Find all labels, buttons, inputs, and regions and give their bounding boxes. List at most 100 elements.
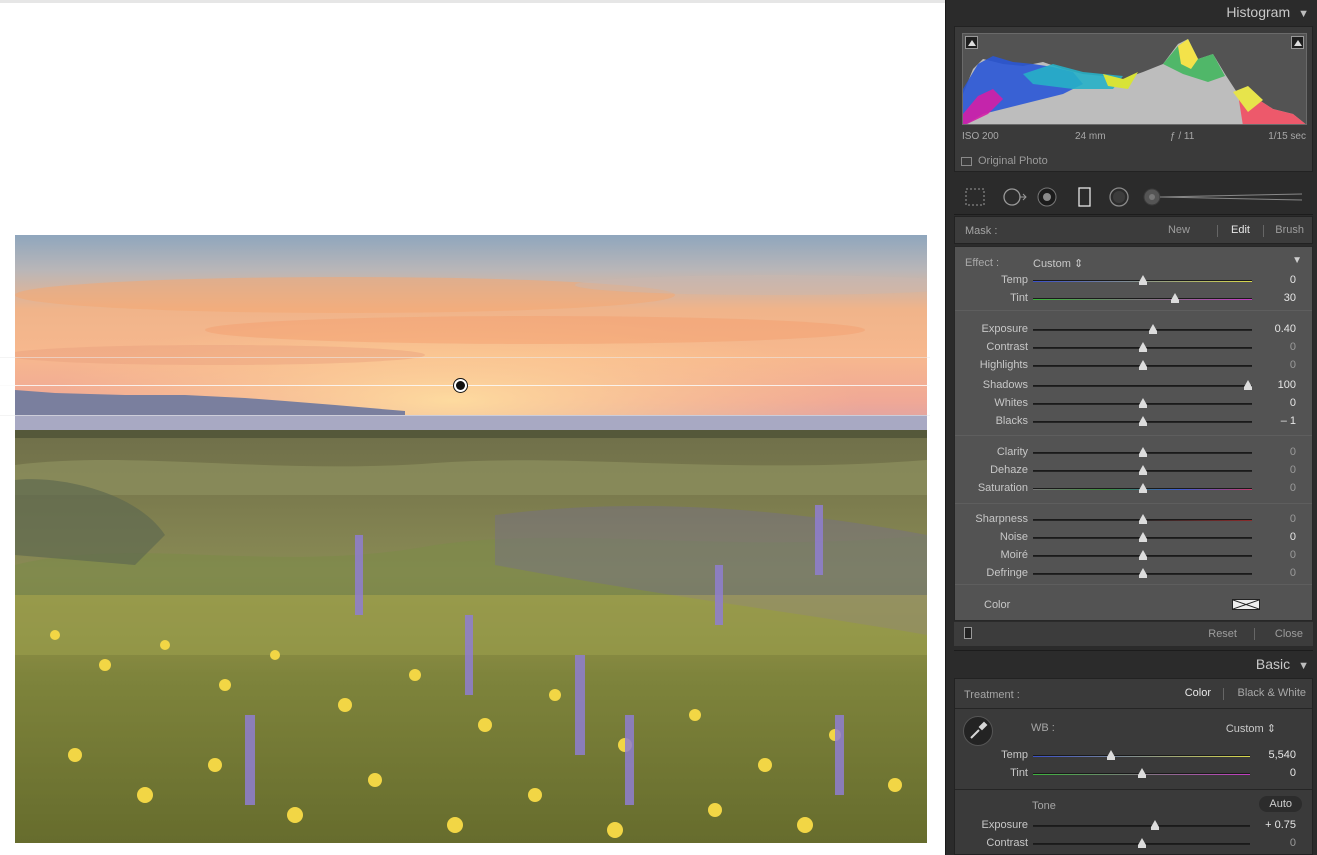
collapse-triangle-icon[interactable]: ▼ (1298, 8, 1309, 20)
original-photo-checkbox[interactable] (961, 156, 972, 166)
divider (954, 214, 1313, 215)
slider-thumb[interactable] (1171, 293, 1180, 303)
tone-label: Tone (1032, 800, 1056, 812)
slider-noise: Noise 0 (955, 529, 1312, 547)
white-balance-section: WB : Custom ⇕ Temp 5,540 Tint 0 (955, 710, 1312, 790)
slider-whites: Whites 0 (955, 395, 1312, 413)
slider-defringe: Defringe 0 (955, 565, 1312, 583)
slider-contrast: Contrast 0 (955, 339, 1312, 357)
slider-value[interactable]: 0.40 (1275, 323, 1296, 335)
graduated-filter-top-line[interactable] (0, 357, 930, 358)
slider-label: Shadows (982, 379, 1028, 391)
slider-thumb[interactable] (1138, 465, 1147, 475)
slider-value[interactable]: 30 (1284, 292, 1296, 304)
slider-label: Temp (1001, 274, 1028, 286)
slider-thumb[interactable] (1107, 750, 1116, 760)
slider-value[interactable]: + 0.75 (1265, 819, 1296, 831)
graduated-filter-bottom-line[interactable] (0, 415, 930, 416)
slider-thumb[interactable] (1138, 447, 1147, 457)
slider-track[interactable] (1033, 825, 1250, 827)
effect-collapse-triangle-icon[interactable]: ▼ (1292, 255, 1302, 266)
slider-value[interactable]: 0 (1290, 359, 1296, 371)
highlight-clipping-icon[interactable] (1291, 36, 1304, 49)
slider-thumb[interactable] (1150, 820, 1159, 830)
image-canvas[interactable] (0, 0, 945, 855)
slider-exposure: Exposure + 0.75 (955, 817, 1312, 835)
slider-thumb[interactable] (1138, 550, 1147, 560)
slider-value[interactable]: – 1 (1281, 415, 1296, 427)
slider-thumb[interactable] (1137, 838, 1146, 848)
red-eye-tool-icon[interactable] (1036, 187, 1058, 212)
effect-color-swatch[interactable] (1232, 599, 1260, 610)
histogram-header[interactable]: Histogram ▼ (1226, 4, 1309, 20)
mask-brush-button[interactable]: Brush (1275, 224, 1304, 236)
slider-thumb[interactable] (1138, 483, 1147, 493)
slider-label: Defringe (986, 567, 1028, 579)
slider-track[interactable] (1033, 298, 1252, 300)
treatment-row: Treatment : Color Black & White (955, 679, 1312, 709)
auto-tone-button[interactable]: Auto (1259, 796, 1302, 812)
slider-track[interactable] (1033, 755, 1250, 757)
treatment-bw-button[interactable]: Black & White (1238, 687, 1306, 699)
slider-thumb[interactable] (1138, 514, 1147, 524)
slider-thumb[interactable] (1149, 324, 1158, 334)
slider-label: Temp (1001, 749, 1028, 761)
mask-new-button[interactable]: New (1168, 224, 1190, 236)
slider-value[interactable]: 0 (1290, 513, 1296, 525)
mask-enable-switch[interactable] (964, 627, 972, 639)
slider-temp: Temp 0 (955, 272, 1312, 290)
slider-thumb[interactable] (1138, 342, 1147, 352)
slider-label: Noise (999, 531, 1028, 543)
original-photo-toggle[interactable]: Original Photo (961, 155, 1048, 167)
slider-value[interactable]: 0 (1290, 567, 1296, 579)
photo-preview[interactable] (15, 235, 927, 843)
slider-thumb[interactable] (1243, 380, 1252, 390)
shadow-clipping-icon[interactable] (965, 36, 978, 49)
radial-filter-tool-icon[interactable] (1108, 187, 1130, 212)
slider-value[interactable]: 0 (1290, 482, 1296, 494)
slider-thumb[interactable] (1138, 275, 1147, 285)
slider-value[interactable]: 0 (1290, 464, 1296, 476)
slider-value[interactable]: 0 (1290, 341, 1296, 353)
slider-value[interactable]: 0 (1290, 767, 1296, 779)
slider-value[interactable]: 0 (1290, 446, 1296, 458)
spot-removal-tool-icon[interactable] (1002, 187, 1028, 212)
slider-label: Blacks (995, 415, 1028, 427)
slider-label: Saturation (977, 482, 1028, 494)
crop-tool-icon[interactable] (964, 187, 986, 212)
slider-value[interactable]: 0 (1290, 274, 1296, 286)
slider-thumb[interactable] (1138, 568, 1147, 578)
basic-header[interactable]: Basic ▼ (1256, 656, 1309, 672)
graduated-filter-pin[interactable] (453, 378, 468, 393)
treatment-color-button[interactable]: Color (1185, 687, 1211, 699)
graduated-filter-tool-icon[interactable] (1078, 187, 1092, 212)
slider-thumb[interactable] (1138, 360, 1147, 370)
slider-thumb[interactable] (1138, 398, 1147, 408)
slider-track[interactable] (1033, 385, 1252, 387)
slider-value[interactable]: 0 (1290, 397, 1296, 409)
collapse-triangle-icon[interactable]: ▼ (1298, 660, 1309, 672)
reset-button[interactable]: Reset (1208, 628, 1237, 640)
adjustment-brush-tool-icon[interactable] (1142, 187, 1307, 212)
basic-title: Basic (1255, 656, 1291, 672)
histogram-graph[interactable] (962, 33, 1307, 125)
slider-value[interactable]: 5,540 (1268, 749, 1296, 761)
close-button[interactable]: Close (1275, 628, 1303, 640)
slider-value[interactable]: 0 (1290, 549, 1296, 561)
slider-tint: Tint 0 (955, 765, 1312, 783)
slider-value[interactable]: 100 (1278, 379, 1296, 391)
slider-thumb[interactable] (1137, 768, 1146, 778)
slider-label: Contrast (986, 341, 1028, 353)
slider-track[interactable] (1033, 329, 1252, 331)
effect-preset-dropdown[interactable]: Custom ⇕ (1033, 257, 1083, 270)
effect-color-label: Color (984, 599, 1011, 611)
mask-edit-button[interactable]: Edit (1231, 224, 1250, 236)
slider-thumb[interactable] (1138, 416, 1147, 426)
slider-value[interactable]: 0 (1290, 531, 1296, 543)
wb-dropdown[interactable]: Custom ⇕ (1226, 722, 1276, 735)
slider-group-divider (955, 435, 1312, 436)
slider-group-divider (955, 584, 1312, 585)
slider-thumb[interactable] (1138, 532, 1147, 542)
eyedropper-icon[interactable] (963, 716, 993, 746)
slider-value[interactable]: 0 (1290, 837, 1296, 849)
